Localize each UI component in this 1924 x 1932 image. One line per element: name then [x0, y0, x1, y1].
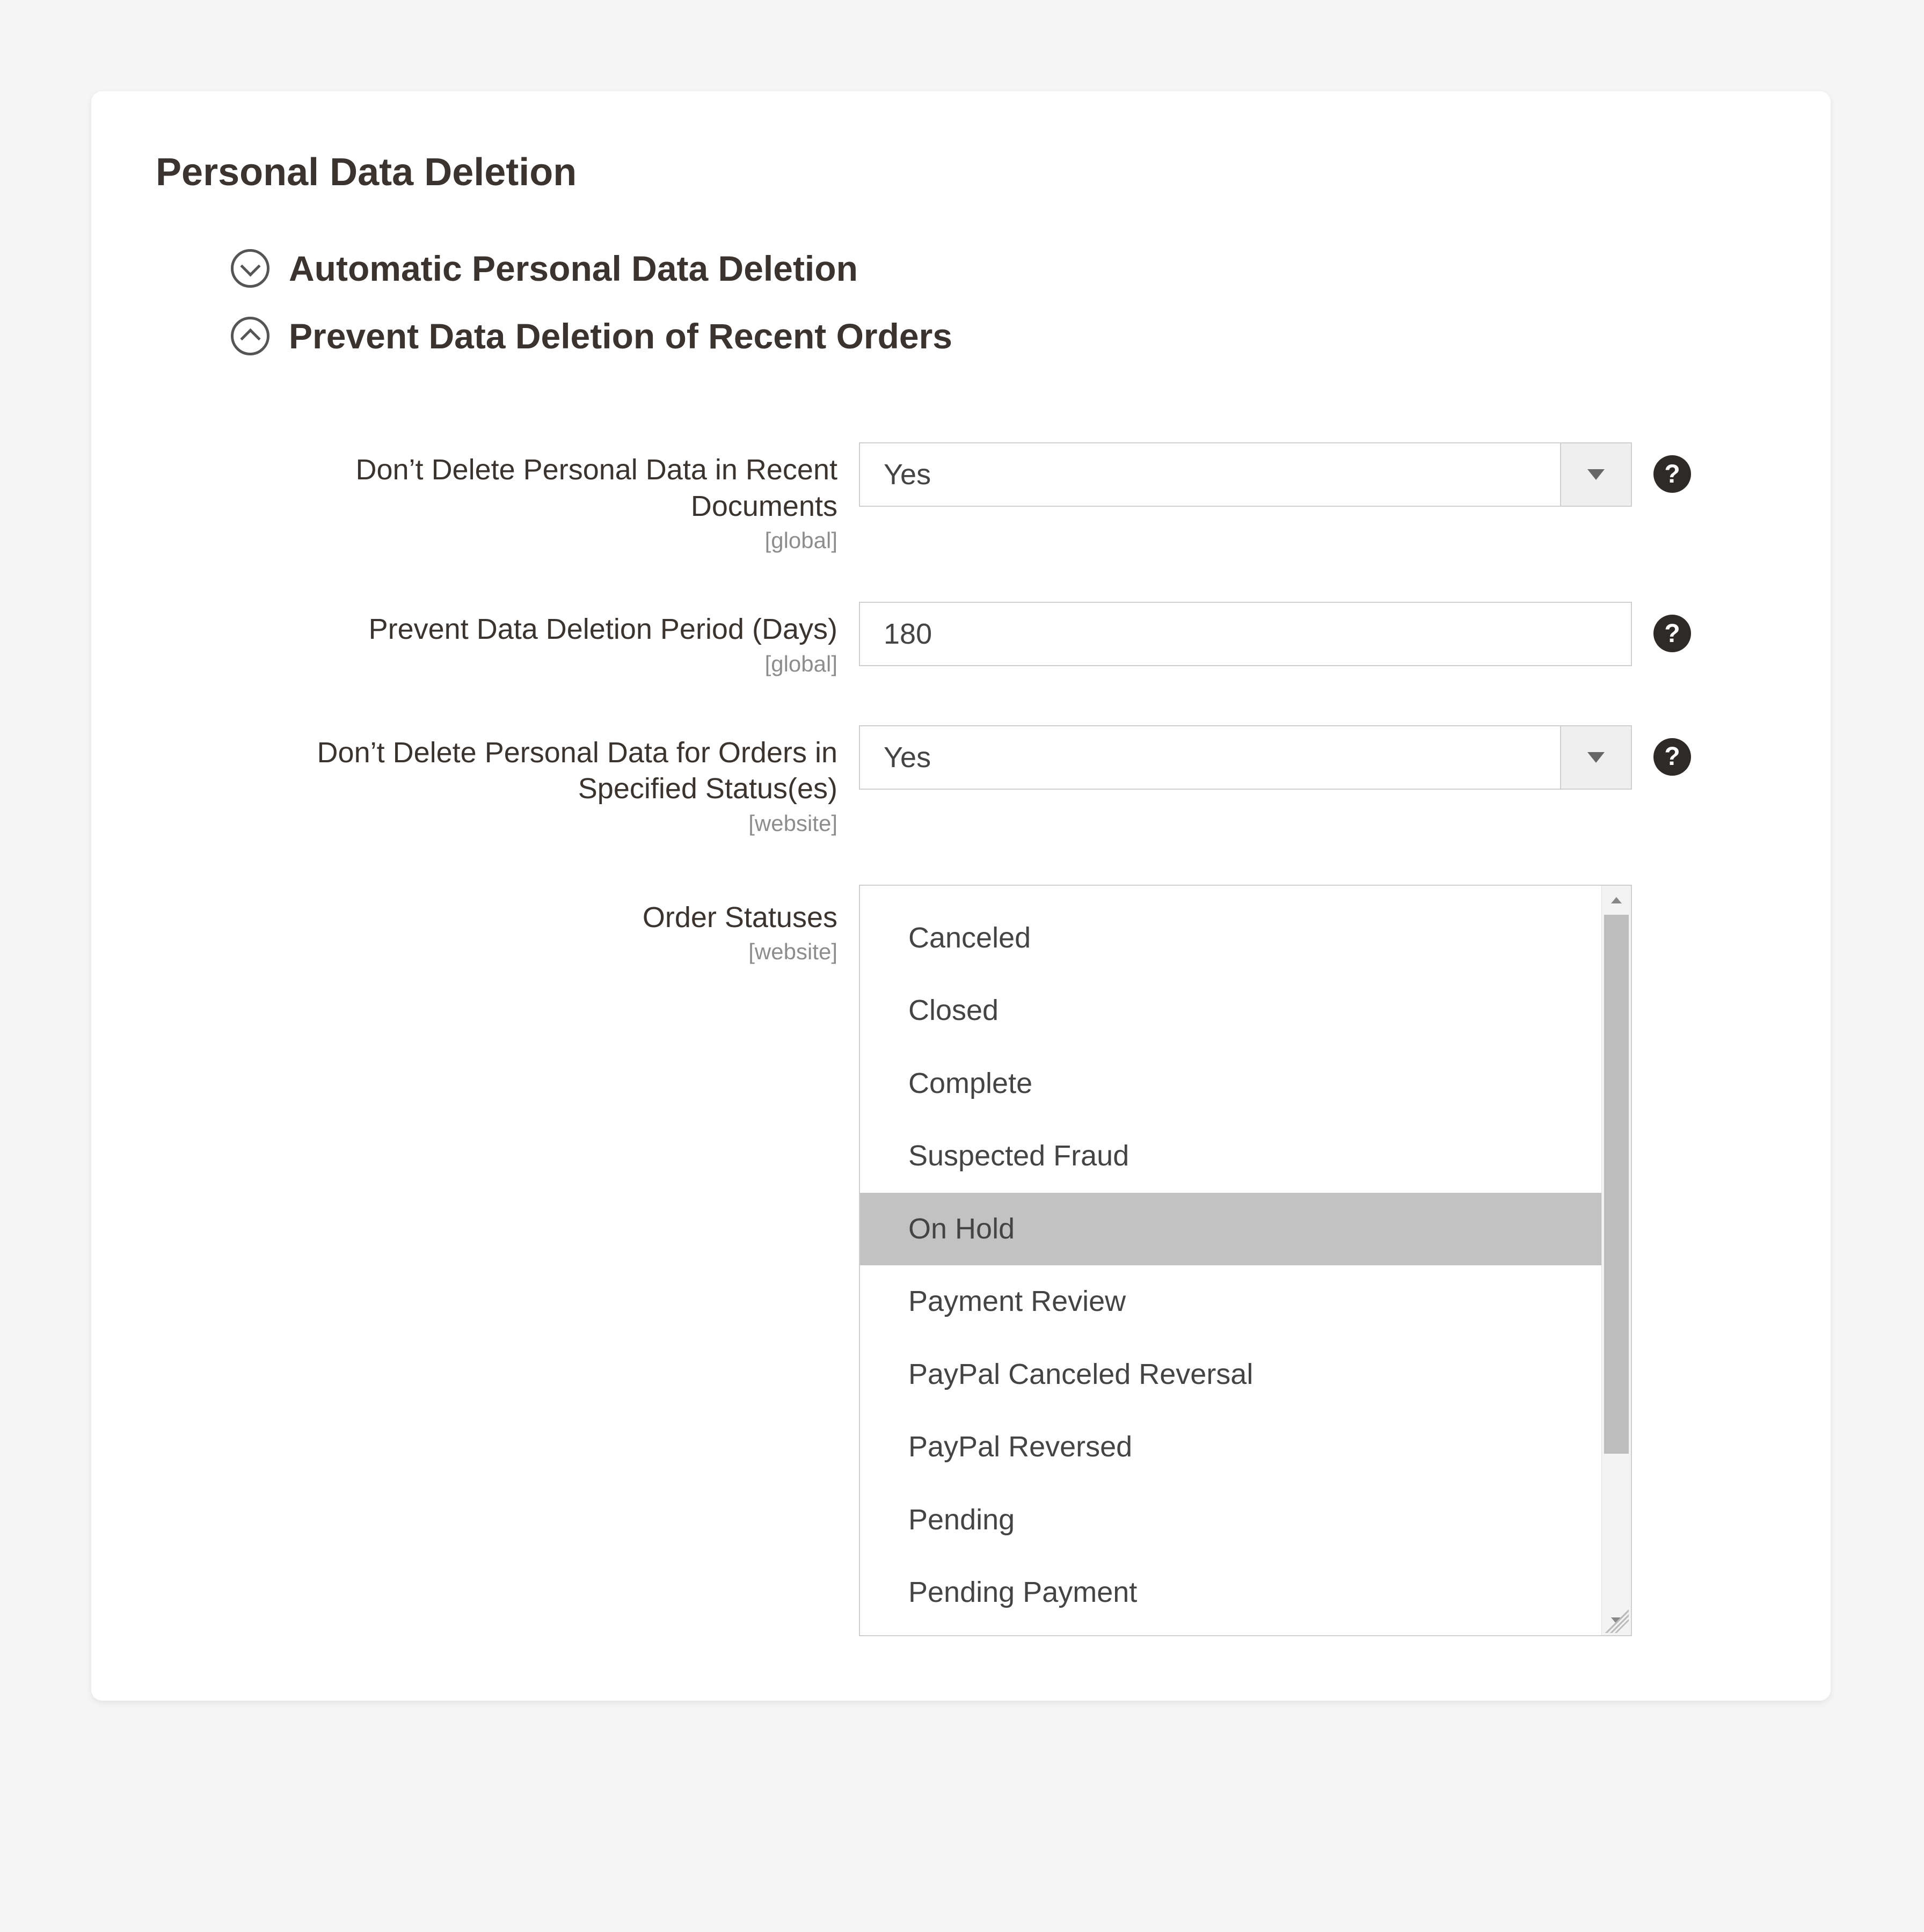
scope-label: [global] [231, 528, 837, 553]
field-dont-delete-recent: Don’t Delete Personal Data in Recent Doc… [231, 442, 1766, 553]
caret-down-icon [1587, 469, 1605, 480]
help-icon[interactable]: ? [1653, 738, 1691, 776]
multiselect-order-statuses[interactable]: CanceledClosedCompleteSuspected FraudOn … [859, 885, 1632, 1636]
multiselect-option[interactable]: Payment Review [860, 1265, 1601, 1338]
select-value: Yes [860, 443, 1560, 506]
select-dont-delete-status[interactable]: Yes [859, 725, 1632, 790]
multiselect-option[interactable]: Closed [860, 974, 1601, 1047]
input-wrap [859, 602, 1632, 666]
field-label: Don’t Delete Personal Data for Orders in… [231, 735, 837, 807]
label-wrap: Order Statuses [website] [231, 885, 837, 965]
help-icon[interactable]: ? [1653, 455, 1691, 493]
field-order-statuses: Order Statuses [website] CanceledClosedC… [231, 885, 1766, 1636]
scroll-up-button[interactable] [1602, 886, 1631, 915]
select-dont-delete-recent[interactable]: Yes [859, 442, 1632, 507]
input-prevent-period[interactable] [859, 602, 1632, 666]
multiselect-option[interactable]: PayPal Canceled Reversal [860, 1338, 1601, 1411]
multiselect-option[interactable]: On Hold [860, 1193, 1601, 1266]
triangle-up-icon [1611, 897, 1622, 903]
help-icon[interactable]: ? [1653, 615, 1691, 652]
label-wrap: Don’t Delete Personal Data for Orders in… [231, 725, 837, 836]
field-prevent-period: Prevent Data Deletion Period (Days) [glo… [231, 602, 1766, 677]
chevron-down-icon [231, 249, 269, 288]
chevron-up-icon [231, 317, 269, 355]
field-dont-delete-status: Don’t Delete Personal Data for Orders in… [231, 725, 1766, 836]
multiselect-option[interactable]: Canceled [860, 902, 1601, 975]
fieldset-prevent: Don’t Delete Personal Data in Recent Doc… [231, 442, 1766, 1636]
scope-label: [global] [231, 651, 837, 677]
scope-label: [website] [231, 811, 837, 836]
label-wrap: Prevent Data Deletion Period (Days) [glo… [231, 602, 837, 677]
scope-label: [website] [231, 939, 837, 965]
section-title-automatic: Automatic Personal Data Deletion [289, 248, 858, 289]
multiselect-option[interactable]: Pending Payment [860, 1556, 1601, 1629]
field-label: Order Statuses [231, 900, 837, 936]
settings-panel: Personal Data Deletion Automatic Persona… [91, 91, 1831, 1701]
multiselect-list: CanceledClosedCompleteSuspected FraudOn … [860, 886, 1601, 1635]
section-title-prevent: Prevent Data Deletion of Recent Orders [289, 316, 952, 356]
caret-down-icon [1587, 752, 1605, 763]
dropdown-button[interactable] [1560, 726, 1631, 789]
multiselect-option[interactable]: Pending [860, 1484, 1601, 1557]
dropdown-button[interactable] [1560, 443, 1631, 506]
section-prevent-deletion[interactable]: Prevent Data Deletion of Recent Orders [231, 316, 1766, 356]
label-wrap: Don’t Delete Personal Data in Recent Doc… [231, 442, 837, 553]
scroll-thumb[interactable] [1604, 915, 1629, 1454]
panel-title: Personal Data Deletion [156, 150, 1766, 194]
field-label: Prevent Data Deletion Period (Days) [231, 611, 837, 648]
select-value: Yes [860, 726, 1560, 789]
scrollbar[interactable] [1601, 886, 1631, 1635]
scroll-track[interactable] [1602, 915, 1631, 1606]
multiselect-option[interactable]: PayPal Reversed [860, 1411, 1601, 1484]
resize-handle-icon[interactable] [1605, 1609, 1629, 1633]
section-automatic-deletion[interactable]: Automatic Personal Data Deletion [231, 248, 1766, 289]
multiselect-option[interactable]: Suspected Fraud [860, 1120, 1601, 1193]
multiselect-option[interactable]: Complete [860, 1047, 1601, 1120]
field-label: Don’t Delete Personal Data in Recent Doc… [231, 452, 837, 524]
